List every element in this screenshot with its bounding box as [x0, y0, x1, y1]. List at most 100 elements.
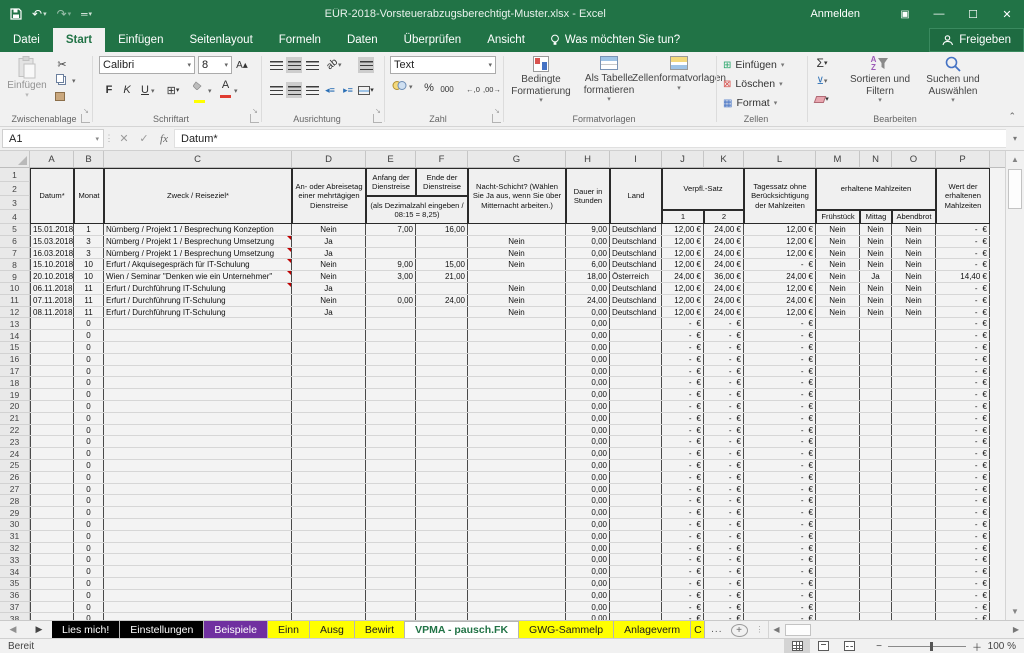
underline-dropdown-icon[interactable]: ▾: [151, 87, 155, 95]
cell-N35[interactable]: [860, 578, 892, 589]
cell-L36[interactable]: -€: [744, 590, 816, 601]
header-cell-nachtschicht[interactable]: Nacht-Schicht? (Wählen Sie Ja aus, wenn …: [468, 168, 566, 224]
cell-K20[interactable]: -€: [704, 401, 744, 412]
cell-D19[interactable]: [292, 389, 366, 400]
number-dialog-launcher-icon[interactable]: [492, 114, 501, 123]
cell-F16[interactable]: [416, 354, 468, 365]
cell-M18[interactable]: [816, 377, 860, 388]
row-header-7[interactable]: 7: [0, 248, 30, 260]
cell-M7[interactable]: Nein: [816, 248, 860, 259]
cell-B13[interactable]: 0: [74, 318, 104, 329]
cell-P10[interactable]: -€: [936, 283, 990, 294]
cell-O11[interactable]: Nein: [892, 295, 936, 306]
normal-view-icon[interactable]: [784, 639, 810, 653]
column-header-O[interactable]: O: [892, 151, 936, 168]
cell-H14[interactable]: 0,00: [566, 330, 610, 341]
italic-button[interactable]: K: [119, 82, 135, 98]
cell-N12[interactable]: Nein: [860, 307, 892, 318]
cell-F22[interactable]: [416, 425, 468, 436]
cell-D20[interactable]: [292, 401, 366, 412]
row-header-27[interactable]: 27: [0, 484, 30, 496]
cell-E26[interactable]: [366, 472, 416, 483]
cell-K21[interactable]: -€: [704, 413, 744, 424]
cell-C35[interactable]: [104, 578, 292, 589]
cell-N36[interactable]: [860, 590, 892, 601]
cell-A26[interactable]: [30, 472, 74, 483]
cell-A20[interactable]: [30, 401, 74, 412]
cell-G35[interactable]: [468, 578, 566, 589]
cell-B27[interactable]: 0: [74, 484, 104, 495]
cell-J31[interactable]: -€: [662, 531, 704, 542]
new-sheet-icon[interactable]: +: [731, 624, 748, 637]
cell-M32[interactable]: [816, 543, 860, 554]
cell-P17[interactable]: -€: [936, 366, 990, 377]
column-header-N[interactable]: N: [860, 151, 892, 168]
cell-M27[interactable]: [816, 484, 860, 495]
cell-I5[interactable]: Deutschland: [610, 224, 662, 235]
cell-C9[interactable]: Wien / Seminar "Denken wie ein Unternehm…: [104, 271, 292, 282]
cell-P27[interactable]: -€: [936, 484, 990, 495]
cell-P24[interactable]: -€: [936, 448, 990, 459]
cell-F6[interactable]: [416, 236, 468, 247]
cell-F8[interactable]: 15,00: [416, 259, 468, 270]
cell-E6[interactable]: [366, 236, 416, 247]
cell-D28[interactable]: [292, 495, 366, 506]
header-cell-dauer[interactable]: Dauer in Stunden: [566, 168, 610, 224]
cell-P34[interactable]: -€: [936, 566, 990, 577]
cell-P32[interactable]: -€: [936, 543, 990, 554]
borders-icon[interactable]: ⊞▾: [165, 82, 181, 98]
cell-A9[interactable]: 20.10.2018: [30, 271, 74, 282]
ribbon-tab-start[interactable]: Start: [53, 28, 105, 52]
cell-G17[interactable]: [468, 366, 566, 377]
cell-P29[interactable]: -€: [936, 507, 990, 518]
cell-L37[interactable]: -€: [744, 602, 816, 613]
cell-K11[interactable]: 24,00 €: [704, 295, 744, 306]
page-break-view-icon[interactable]: [836, 639, 862, 653]
cell-D25[interactable]: [292, 460, 366, 471]
cell-A27[interactable]: [30, 484, 74, 495]
row-header-1[interactable]: 1: [0, 168, 30, 182]
cell-J13[interactable]: -€: [662, 318, 704, 329]
cell-I7[interactable]: Deutschland: [610, 248, 662, 259]
cell-K7[interactable]: 24,00 €: [704, 248, 744, 259]
cell-M33[interactable]: [816, 554, 860, 565]
cell-I9[interactable]: Österreich: [610, 271, 662, 282]
cell-L34[interactable]: -€: [744, 566, 816, 577]
cell-M29[interactable]: [816, 507, 860, 518]
cell-F9[interactable]: 21,00: [416, 271, 468, 282]
cell-O9[interactable]: Nein: [892, 271, 936, 282]
cell-M11[interactable]: Nein: [816, 295, 860, 306]
cell-K37[interactable]: -€: [704, 602, 744, 613]
column-header-A[interactable]: A: [30, 151, 74, 168]
cell-I31[interactable]: [610, 531, 662, 542]
cell-L17[interactable]: -€: [744, 366, 816, 377]
cell-L32[interactable]: -€: [744, 543, 816, 554]
cell-K12[interactable]: 24,00 €: [704, 307, 744, 318]
cell-H8[interactable]: 6,00: [566, 259, 610, 270]
ribbon-tab-ansicht[interactable]: Ansicht: [474, 28, 538, 52]
cell-I12[interactable]: Deutschland: [610, 307, 662, 318]
cell-H37[interactable]: 0,00: [566, 602, 610, 613]
cell-M20[interactable]: [816, 401, 860, 412]
cell-A29[interactable]: [30, 507, 74, 518]
cell-B7[interactable]: 3: [74, 248, 104, 259]
cell-E30[interactable]: [366, 519, 416, 530]
cell-K10[interactable]: 24,00 €: [704, 283, 744, 294]
cell-K27[interactable]: -€: [704, 484, 744, 495]
cell-F25[interactable]: [416, 460, 468, 471]
cell-G16[interactable]: [468, 354, 566, 365]
cell-K5[interactable]: 24,00 €: [704, 224, 744, 235]
cell-H10[interactable]: 0,00: [566, 283, 610, 294]
percent-style-icon[interactable]: %: [421, 80, 437, 96]
fill-color-dropdown-icon[interactable]: ▾: [208, 87, 212, 95]
cell-H19[interactable]: 0,00: [566, 389, 610, 400]
row-header-25[interactable]: 25: [0, 460, 30, 472]
paste-button[interactable]: Einfügen▾: [6, 56, 48, 100]
cell-F35[interactable]: [416, 578, 468, 589]
header-cell-ende[interactable]: Ende der Dienstreise: [416, 168, 468, 196]
cell-I30[interactable]: [610, 519, 662, 530]
cell-E20[interactable]: [366, 401, 416, 412]
cell-J38[interactable]: -€: [662, 613, 704, 620]
cell-D32[interactable]: [292, 543, 366, 554]
cell-F24[interactable]: [416, 448, 468, 459]
